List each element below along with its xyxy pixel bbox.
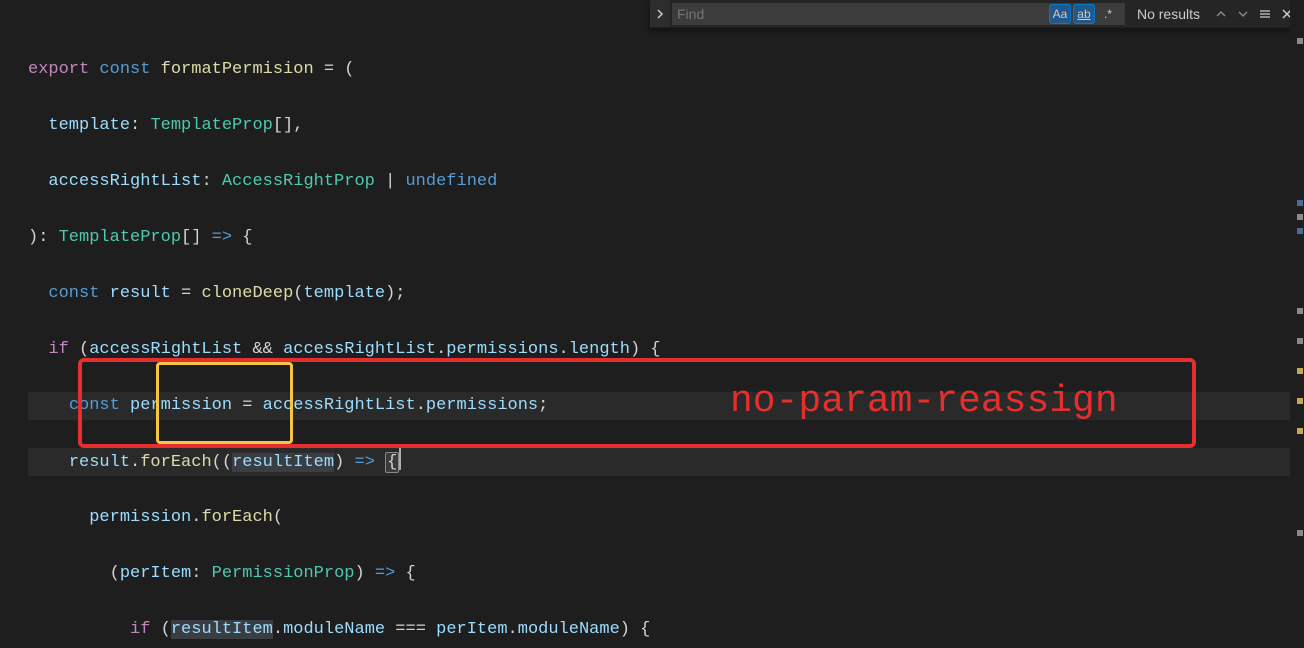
code-editor[interactable]: export const formatPermision = ( templat… [0,0,1304,648]
code-line: const result = cloneDeep(template); [28,280,1304,308]
code-line: permission.forEach( [28,504,1304,532]
overview-ruler[interactable] [1290,0,1304,648]
code-line: ): TemplateProp[] => { [28,224,1304,252]
code-line: export const formatPermision = ( [28,56,1304,84]
code-line: if (resultItem.moduleName === perItem.mo… [28,616,1304,644]
code-line: accessRightList: AccessRightProp | undef… [28,168,1304,196]
code-line: const permission = accessRightList.permi… [28,392,1304,420]
code-line: result.forEach((resultItem) => { [28,448,1304,476]
text-cursor [399,448,401,470]
code-line: if (accessRightList && accessRightList.p… [28,336,1304,364]
code-line: template: TemplateProp[], [28,112,1304,140]
code-line: (perItem: PermissionProp) => { [28,560,1304,588]
